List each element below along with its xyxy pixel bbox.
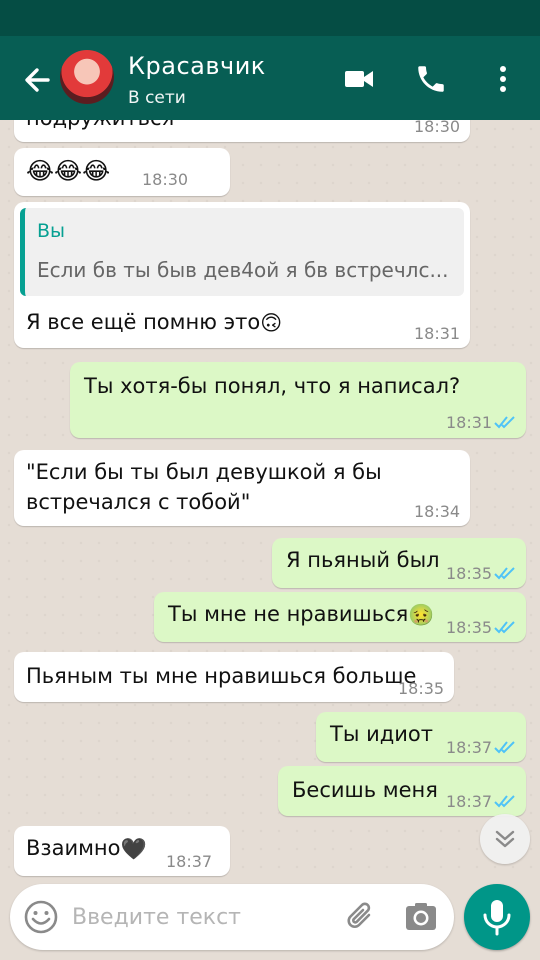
message-bubble[interactable]: Ты мне не нравишься🤢 18:35 xyxy=(154,592,526,642)
read-receipt-icon xyxy=(494,567,515,580)
message-text: Пьяным ты мне нравишься больше xyxy=(26,664,417,688)
message-input[interactable] xyxy=(72,898,332,936)
message-text: Взаимно🖤 xyxy=(26,836,147,861)
phone-icon xyxy=(418,66,444,92)
quote-author: Вы xyxy=(37,220,66,242)
read-receipt-icon xyxy=(494,416,515,429)
message-time: 18:31 xyxy=(446,413,493,432)
video-call-icon xyxy=(345,71,373,87)
camera-button[interactable] xyxy=(402,898,440,936)
quoted-message[interactable]: Вы Если бв ты быв дев4ой я бв встречлс..… xyxy=(20,208,464,296)
message-text-line: встречался с тобой" xyxy=(26,490,251,514)
video-call-button[interactable] xyxy=(342,62,376,96)
voice-record-button[interactable] xyxy=(464,884,530,950)
message-text: подружиться xyxy=(26,120,174,130)
chat-area[interactable]: подружиться 18:30 😂😂😂 18:30 Вы Если бв т… xyxy=(0,120,540,878)
message-bubble[interactable]: подружиться 18:30 xyxy=(14,120,470,142)
message-text: Я пьяный был xyxy=(286,548,440,572)
message-time: 18:35 xyxy=(446,564,493,583)
message-bubble[interactable]: Ты хотя-бы понял, что я написал? 18:31 xyxy=(70,362,526,438)
chat-header: Красавчик В сети xyxy=(0,36,540,120)
message-time: 18:35 xyxy=(446,618,493,637)
message-text: Бесишь меня xyxy=(292,778,438,802)
read-receipt-icon xyxy=(494,621,515,634)
voice-call-button[interactable] xyxy=(414,62,448,96)
message-bubble[interactable]: Взаимно🖤 18:37 xyxy=(14,826,230,876)
message-time: 18:35 xyxy=(398,679,445,698)
message-text: 😂😂😂 xyxy=(26,157,111,185)
more-options-button[interactable] xyxy=(486,62,520,96)
message-bubble[interactable]: Ты идиот 18:37 xyxy=(316,712,526,762)
message-time: 18:37 xyxy=(446,738,493,757)
message-text: Ты идиот xyxy=(330,722,433,746)
read-receipt-icon xyxy=(494,795,515,808)
back-button[interactable] xyxy=(18,60,58,100)
quote-text: Если бв ты быв дев4ой я бв встречлс... xyxy=(37,258,449,282)
emoji-icon xyxy=(24,900,58,934)
emoji-button[interactable] xyxy=(22,898,60,936)
avatar[interactable] xyxy=(60,50,114,104)
message-bubble[interactable]: 😂😂😂 18:30 xyxy=(14,148,230,196)
message-text-line: "Если бы ты был девушкой я бы xyxy=(26,460,382,484)
message-composer xyxy=(10,884,454,950)
paperclip-icon xyxy=(347,902,371,928)
status-bar xyxy=(0,0,540,36)
message-text: Ты хотя-бы понял, что я написал? xyxy=(84,374,461,398)
nauseated-face-emoji: 🤢 xyxy=(408,602,435,627)
upside-down-face-emoji: 🙃 xyxy=(260,311,283,335)
message-text: Ты мне не нравишься🤢 xyxy=(168,602,435,627)
contact-status: В сети xyxy=(128,88,186,108)
read-receipt-icon xyxy=(494,741,515,754)
message-bubble[interactable]: "Если бы ты был девушкой я бы встречался… xyxy=(14,450,470,526)
camera-icon xyxy=(406,903,436,930)
message-time: 18:30 xyxy=(414,120,461,136)
attach-button[interactable] xyxy=(342,898,380,936)
reply-message-bubble[interactable]: Вы Если бв ты быв дев4ой я бв встречлс..… xyxy=(14,202,470,348)
mic-icon xyxy=(483,900,511,936)
message-time: 18:31 xyxy=(414,324,461,343)
message-bubble[interactable]: Бесишь меня 18:37 xyxy=(278,766,526,816)
message-text: Я все ещё помню это🙃 xyxy=(26,310,283,335)
back-arrow-icon xyxy=(25,68,50,92)
scroll-down-button[interactable] xyxy=(480,814,530,864)
chevron-down-icon xyxy=(495,830,515,848)
black-heart-emoji: 🖤 xyxy=(120,836,147,861)
message-time: 18:30 xyxy=(142,170,189,189)
contact-name[interactable]: Красавчик xyxy=(128,52,266,80)
message-time: 18:34 xyxy=(414,502,461,521)
more-vert-icon xyxy=(500,66,506,92)
message-bubble[interactable]: Пьяным ты мне нравишься больше 18:35 xyxy=(14,652,454,702)
message-bubble[interactable]: Я пьяный был 18:35 xyxy=(272,538,526,588)
message-time: 18:37 xyxy=(446,792,493,811)
message-time: 18:37 xyxy=(166,852,213,871)
